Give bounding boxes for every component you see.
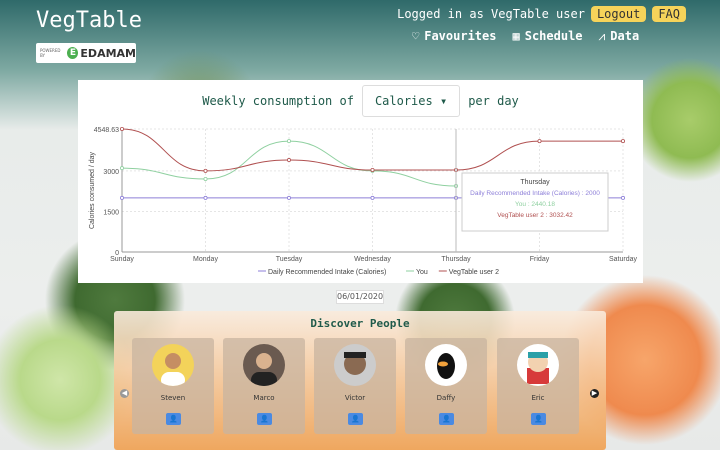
chart-card: Weekly consumption of Calories ▾ per day… [78,80,643,283]
legend-label: Daily Recommended Intake (Calories) [268,269,386,276]
y-tick-label: 4548.63 [94,127,119,134]
data-point [203,176,208,181]
add-user-icon: 👤 [260,415,269,423]
x-tick-label: Monday [193,256,218,263]
tooltip-line: Daily Recommended Intake (Calories) : 20… [470,190,600,197]
add-friend-button[interactable]: 👤 [439,413,454,425]
carousel-prev-button[interactable]: ◀ [120,389,129,398]
y-axis-label: Calories consumed / day [89,151,96,229]
powered-by-text: POWERED BY [40,48,61,58]
x-tick-label: Wednesday [354,256,391,263]
person-card[interactable]: Steven 👤 [132,338,214,434]
legend-label: You [416,269,428,276]
edamam-logo-icon: E [67,47,79,59]
avatar [334,344,376,386]
add-friend-button[interactable]: 👤 [166,413,181,425]
add-user-icon: 👤 [534,415,543,423]
data-point [286,139,291,144]
person-name: Marco [253,394,275,402]
add-friend-button[interactable]: 👤 [348,413,363,425]
chart-icon: ⩘ [598,29,606,43]
logout-button[interactable]: Logout [590,6,647,22]
data-point [120,195,125,200]
person-name: Victor [344,394,366,402]
carousel-next-button[interactable]: ▶ [590,389,599,398]
add-friend-button[interactable]: 👤 [531,413,546,425]
avatar [243,344,285,386]
logo-text: VegTable [36,8,142,33]
x-tick-label: Sunday [110,256,134,263]
nav-schedule-label: Schedule [524,29,583,43]
x-tick-label: Thursday [441,256,471,263]
y-tick-label: 1500 [103,209,119,216]
add-user-icon: 👤 [169,415,178,423]
data-point [370,195,375,200]
avatar [517,344,559,386]
data-point [370,168,375,173]
main-nav: ♡ Favourites ▦ Schedule ⩘ Data [412,29,639,44]
logged-in-text: Logged in as VegTable user [397,7,585,21]
data-point [120,127,125,132]
avatar [152,344,194,386]
data-point [537,139,542,144]
calendar-icon: ▦ [512,29,520,43]
data-point [621,139,626,144]
add-friend-button[interactable]: 👤 [257,413,272,425]
consumption-chart[interactable]: 0150030004548.63Sunday Monday Tuesday Wedne… [78,80,643,283]
date-field[interactable]: 06/01/2020 [336,290,384,304]
tooltip-line: You : 2440.18 [515,201,555,208]
heart-icon: ♡ [412,29,420,43]
data-point [120,166,125,171]
nav-data[interactable]: ⩘ Data [599,29,640,44]
legend-label: VegTable user 2 [449,269,499,276]
powered-by-badge: POWERED BY E EDAMAM [36,43,136,63]
nav-schedule[interactable]: ▦ Schedule [512,29,582,44]
person-card[interactable]: Eric 👤 [497,338,579,434]
discover-title: Discover People [310,317,410,330]
x-tick-label: Tuesday [276,256,303,263]
data-point [286,195,291,200]
person-card[interactable]: Marco 👤 [223,338,305,434]
person-card[interactable]: Daffy 👤 [405,338,487,434]
person-name: Steven [160,394,186,402]
app-logo[interactable]: VegTable [36,8,142,33]
data-point [203,168,208,173]
data-point [203,195,208,200]
nav-favourites-label: Favourites [424,29,497,43]
nav-data-label: Data [610,29,640,43]
y-tick-label: 3000 [103,169,119,176]
discover-panel: Discover People ◀ ▶ Steven 👤 Marco 👤 Vic… [114,311,606,450]
add-user-icon: 👤 [351,415,360,423]
series-line [121,140,457,187]
data-point [286,158,291,163]
person-card[interactable]: Victor 👤 [314,338,396,434]
provider-name: EDAMAM [80,46,136,60]
tooltip-line: VegTable user 2 : 3032.42 [497,212,573,219]
avatar [425,344,467,386]
add-user-icon: 👤 [442,415,451,423]
nav-favourites[interactable]: ♡ Favourites [412,29,496,44]
x-tick-label: Saturday [609,256,638,263]
faq-button[interactable]: FAQ [652,6,686,22]
data-point [621,195,626,200]
person-name: Daffy [436,394,456,402]
person-name: Eric [531,394,545,402]
tooltip-title: Thursday [520,179,550,186]
x-tick-label: Friday [530,256,550,263]
user-bar: Logged in as VegTable user Logout FAQ [397,6,686,22]
